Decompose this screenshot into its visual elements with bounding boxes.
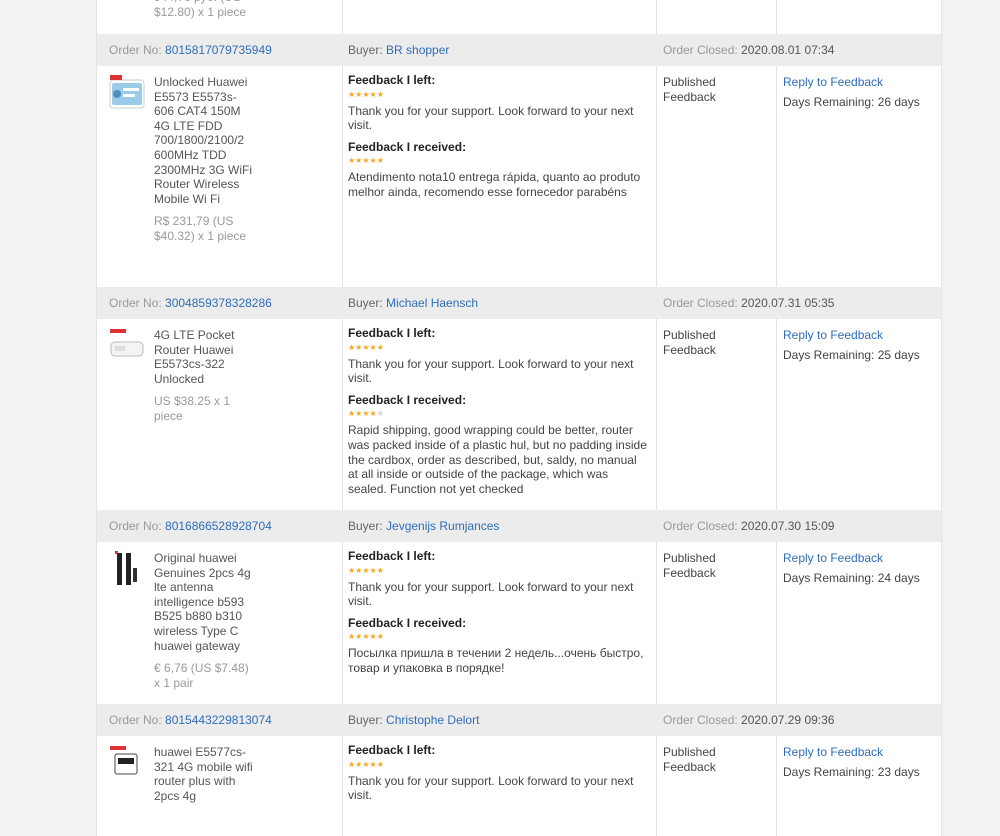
- feedback-list: 944,76 руб. (US $12.80) x 1 piece Order …: [96, 0, 942, 836]
- product-price: 944,76 руб. (US $12.80) x 1 piece: [154, 0, 247, 19]
- feedback-left-text: Thank you for your support. Look forward…: [348, 356, 634, 386]
- buyer: Buyer: Jevgenijs Rumjances: [348, 519, 500, 533]
- days-remaining: Days Remaining: 26 days: [783, 94, 920, 109]
- buyer: Buyer: Michael Haensch: [348, 296, 479, 310]
- product-cell: 4G LTE Pocket Router Huawei E5573cs-322 …: [97, 319, 343, 510]
- feedback-left-text: Thank you for your support. Look forward…: [348, 579, 634, 609]
- order-closed: Order Closed: 2020.07.31 05:35: [663, 296, 835, 310]
- status-cell: Published Feedback: [657, 542, 777, 704]
- feedback-received-text: Посылка пришла в течении 2 недель...очен…: [348, 646, 644, 675]
- reply-to-feedback-link[interactable]: Reply to Feedback: [783, 551, 883, 565]
- product-title[interactable]: huawei E5577cs-321 4G mobile wifi router…: [154, 745, 254, 803]
- published-status: Published Feedback: [663, 745, 716, 774]
- order-number: Order No: 3004859378328286: [109, 296, 272, 310]
- feedback-cell: Feedback I left: ★★★★★ Thank you for you…: [343, 542, 657, 704]
- action-cell: [777, 0, 941, 34]
- order-number: Order No: 8015443229813074: [109, 713, 272, 727]
- action-cell: Reply to Feedback Days Remaining: 26 day…: [777, 66, 941, 287]
- star-rating: ★★★★★: [348, 409, 384, 419]
- star-rating: ★★★★★: [348, 632, 384, 642]
- buyer-link[interactable]: Christophe Delort: [386, 713, 479, 727]
- order-header: Order No: 8015443229813074 Buyer: Christ…: [97, 704, 941, 736]
- feedback-received-text: Rapid shipping, good wrapping could be b…: [348, 423, 647, 496]
- feedback-received-title: Feedback I received:: [348, 139, 467, 154]
- product-title[interactable]: Original huawei Genuines 2pcs 4g lte ant…: [154, 551, 254, 690]
- product-price: US $38.25 x 1 piece: [154, 394, 231, 423]
- star-rating: ★★★★★: [348, 89, 384, 99]
- product-cell: Original huawei Genuines 2pcs 4g lte ant…: [97, 542, 343, 704]
- published-status: Published Feedback: [663, 551, 716, 580]
- reply-to-feedback-link[interactable]: Reply to Feedback: [783, 328, 883, 342]
- product-thumbnail[interactable]: [109, 550, 145, 586]
- previous-order-fragment: 944,76 руб. (US $12.80) x 1 piece: [97, 0, 941, 34]
- order-number-link[interactable]: 8016866528928704: [165, 519, 272, 533]
- product-cell: Unlocked Huawei E5573 E5573s-606 CAT4 15…: [97, 66, 343, 287]
- product-cell: 944,76 руб. (US $12.80) x 1 piece: [97, 0, 343, 34]
- product-title[interactable]: Unlocked Huawei E5573 E5573s-606 CAT4 15…: [154, 75, 254, 244]
- status-cell: [657, 0, 777, 34]
- action-cell: Reply to Feedback Days Remaining: 25 day…: [777, 319, 941, 510]
- buyer-link[interactable]: Jevgenijs Rumjances: [386, 519, 499, 533]
- feedback-left-title: Feedback I left:: [348, 326, 436, 340]
- star-rating: ★★★★★: [348, 342, 384, 352]
- product-price: R$ 231,79 (US $40.32) x 1 piece: [154, 214, 247, 243]
- order-number-link[interactable]: 8015817079735949: [165, 43, 272, 57]
- published-status: Published Feedback: [663, 75, 716, 104]
- order-number-link[interactable]: 8015443229813074: [165, 713, 272, 727]
- order-header: Order No: 8016866528928704 Buyer: Jevgen…: [97, 510, 941, 542]
- buyer: Buyer: BR shopper: [348, 43, 450, 57]
- order-body: 4G LTE Pocket Router Huawei E5573cs-322 …: [97, 319, 941, 510]
- days-remaining: Days Remaining: 25 days: [783, 347, 920, 362]
- buyer: Buyer: Christophe Delort: [348, 713, 480, 727]
- feedback-left-text: Thank you for your support. Look forward…: [348, 103, 634, 133]
- order-body: huawei E5577cs-321 4G mobile wifi router…: [97, 736, 941, 836]
- feedback-cell: [343, 0, 657, 34]
- feedback-cell: Feedback I left: ★★★★★ Thank you for you…: [343, 66, 657, 287]
- feedback-received-text: Atendimento nota10 entrega rápida, quant…: [348, 170, 641, 199]
- order-body: Unlocked Huawei E5573 E5573s-606 CAT4 15…: [97, 66, 941, 287]
- feedback-received-title: Feedback I received:: [348, 615, 467, 630]
- product-thumbnail[interactable]: [109, 327, 145, 363]
- order-header: Order No: 3004859378328286 Buyer: Michae…: [97, 287, 941, 319]
- feedback-left-title: Feedback I left:: [348, 549, 436, 563]
- order-number: Order No: 8015817079735949: [109, 43, 272, 57]
- feedback-cell: Feedback I left: ★★★★★ Thank you for you…: [343, 736, 657, 836]
- feedback-left-title: Feedback I left:: [348, 73, 436, 87]
- order-number: Order No: 8016866528928704: [109, 519, 272, 533]
- action-cell: Reply to Feedback Days Remaining: 23 day…: [777, 736, 941, 836]
- order-closed: Order Closed: 2020.07.30 15:09: [663, 519, 835, 533]
- product-price: € 6,76 (US $7.48) x 1 pair: [154, 661, 249, 690]
- order-body: Original huawei Genuines 2pcs 4g lte ant…: [97, 542, 941, 704]
- reply-to-feedback-link[interactable]: Reply to Feedback: [783, 75, 883, 89]
- feedback-left-title: Feedback I left:: [348, 743, 436, 757]
- action-cell: Reply to Feedback Days Remaining: 24 day…: [777, 542, 941, 704]
- feedback-cell: Feedback I left: ★★★★★ Thank you for you…: [343, 319, 657, 510]
- reply-to-feedback-link[interactable]: Reply to Feedback: [783, 745, 883, 759]
- days-remaining: Days Remaining: 23 days: [783, 764, 920, 779]
- feedback-received-title: Feedback I received:: [348, 392, 467, 407]
- star-rating: ★★★★★: [348, 759, 384, 769]
- order-header: Order No: 8015817079735949 Buyer: BR sho…: [97, 34, 941, 66]
- status-cell: Published Feedback: [657, 319, 777, 510]
- product-cell: huawei E5577cs-321 4G mobile wifi router…: [97, 736, 343, 836]
- days-remaining: Days Remaining: 24 days: [783, 570, 920, 585]
- order-closed: Order Closed: 2020.08.01 07:34: [663, 43, 835, 57]
- status-cell: Published Feedback: [657, 736, 777, 836]
- buyer-link[interactable]: Michael Haensch: [386, 296, 478, 310]
- product-title[interactable]: 4G LTE Pocket Router Huawei E5573cs-322 …: [154, 328, 254, 424]
- buyer-link[interactable]: BR shopper: [386, 43, 449, 57]
- star-rating: ★★★★★: [348, 565, 384, 575]
- feedback-left-text: Thank you for your support. Look forward…: [348, 773, 634, 803]
- published-status: Published Feedback: [663, 328, 716, 357]
- product-thumbnail[interactable]: [109, 74, 145, 110]
- order-number-link[interactable]: 3004859378328286: [165, 296, 272, 310]
- product-thumbnail[interactable]: [109, 744, 145, 780]
- order-closed: Order Closed: 2020.07.29 09:36: [663, 713, 835, 727]
- star-rating: ★★★★★: [348, 156, 384, 166]
- status-cell: Published Feedback: [657, 66, 777, 287]
